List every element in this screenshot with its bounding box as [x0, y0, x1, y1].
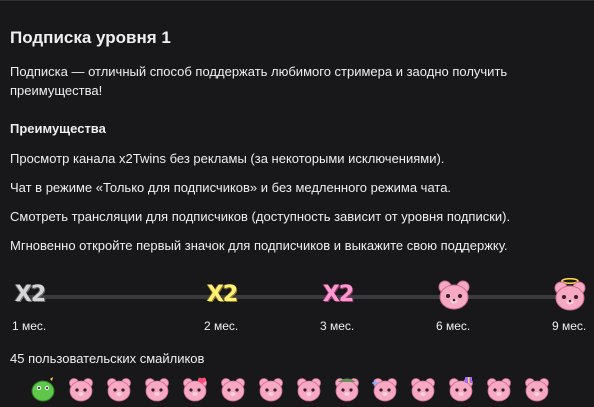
badge-label: 1 мес. — [12, 319, 47, 333]
badge-label: 6 мес. — [436, 319, 471, 333]
pink-bear-badge-icon[interactable] — [434, 278, 474, 312]
benefit-item: Мгновенно откройте первый значок для под… — [10, 238, 508, 253]
pink-bear-gift-emote-icon[interactable] — [448, 376, 474, 402]
benefit-item: Чат в режиме «Только для подписчиков» и … — [10, 180, 452, 195]
top-divider — [0, 0, 594, 1]
green-dino-emote-icon[interactable] — [30, 376, 56, 402]
badge-label: 2 мес. — [204, 319, 239, 333]
benefit-item: Смотреть трансляции для подписчиков (дос… — [10, 209, 511, 224]
benefits-heading: Преимущества — [10, 121, 106, 136]
pink-bear-emote-icon[interactable] — [296, 376, 322, 402]
subscription-description: Подписка — отличный способ поддержать лю… — [10, 64, 508, 98]
x2-yellow-badge-icon[interactable]: X2 — [202, 278, 242, 312]
page-title: Подписка уровня 1 — [10, 28, 171, 47]
pink-bear-emote-icon[interactable] — [524, 376, 550, 402]
pink-bear-emote-icon[interactable] — [220, 376, 246, 402]
pink-bear-emote-icon[interactable] — [410, 376, 436, 402]
pink-bear-heart-emote-icon[interactable] — [182, 376, 208, 402]
badge-label: 3 мес. — [320, 319, 355, 333]
pink-bear-cap-emote-icon[interactable] — [334, 376, 360, 402]
pink-bear-halo-badge-icon[interactable] — [550, 278, 590, 312]
benefit-item: Просмотр канала x2Twins без рекламы (за … — [10, 151, 445, 166]
emotes-heading: 45 пользовательских смайликов — [10, 351, 205, 366]
pink-bear-sparkle-emote-icon[interactable] — [371, 376, 398, 402]
pink-bear-emote-icon[interactable] — [68, 376, 94, 402]
pink-bear-emote-icon[interactable] — [106, 376, 132, 402]
x2-pink-badge-icon[interactable]: X2 — [318, 278, 358, 312]
pink-bear-emote-icon[interactable] — [486, 376, 512, 402]
badge-progress-track — [26, 295, 578, 299]
x2-gray-badge-icon[interactable]: X2 — [10, 278, 50, 312]
badge-label: 9 мес. — [552, 319, 587, 333]
pink-bear-emote-icon[interactable] — [258, 376, 284, 402]
pink-bear-emote-icon[interactable] — [144, 376, 170, 402]
